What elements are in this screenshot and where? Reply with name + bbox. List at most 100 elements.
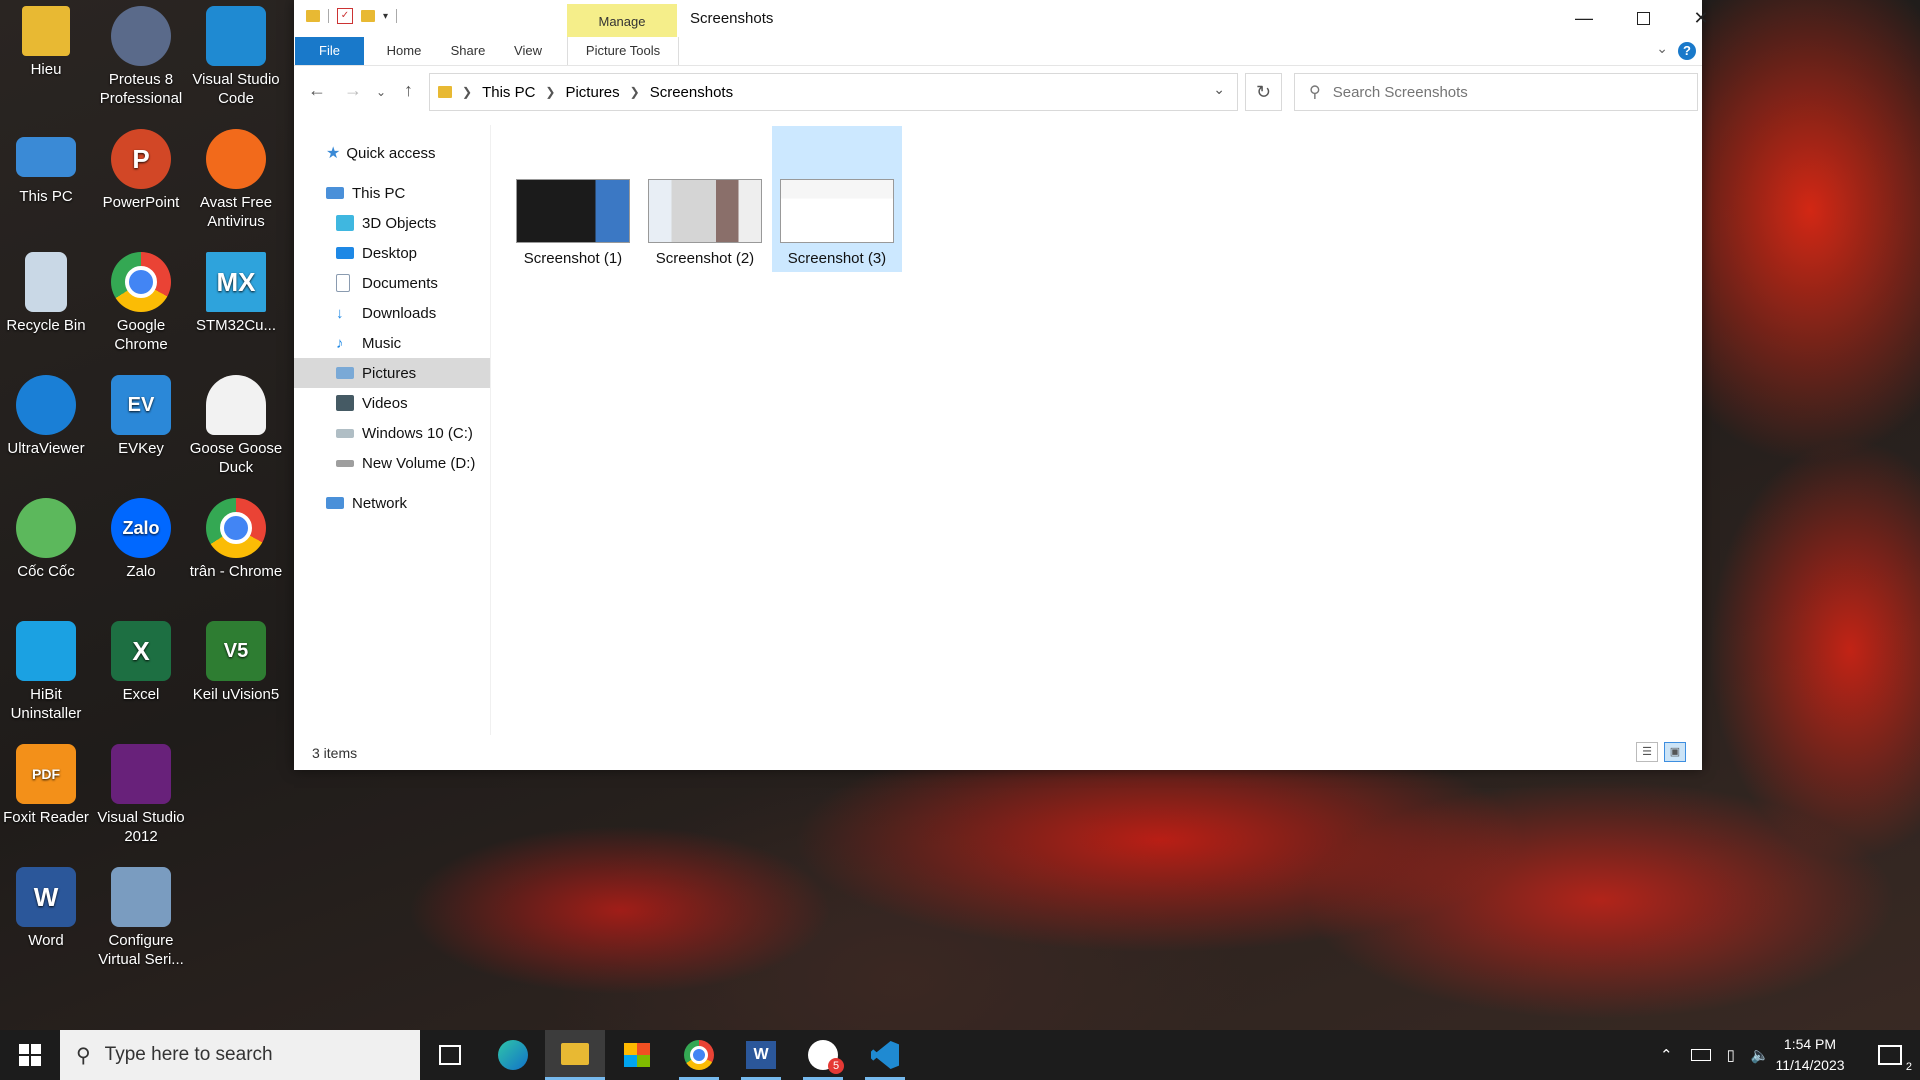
properties-icon[interactable]: ✓: [337, 8, 353, 24]
file-item-selected[interactable]: Screenshot (3): [772, 126, 902, 272]
desktop-icon-evkey[interactable]: EV EVKey: [93, 369, 189, 458]
edge-icon[interactable]: [483, 1030, 543, 1080]
nav-drive-d[interactable]: New Volume (D:): [294, 449, 490, 477]
breadcrumb-pictures[interactable]: Pictures: [565, 84, 619, 101]
new-folder-icon[interactable]: [361, 10, 375, 22]
close-button[interactable]: ✕: [1672, 0, 1730, 36]
zalo-icon[interactable]: 5: [793, 1030, 853, 1080]
nav-downloads[interactable]: ↓ Downloads: [294, 299, 490, 327]
nav-network[interactable]: Network: [294, 489, 490, 517]
up-button[interactable]: ↑: [404, 80, 413, 101]
desktop-icon-visual-studio[interactable]: Visual Studio 2012: [93, 738, 189, 846]
desktop-icon-hibit[interactable]: HiBit Uninstaller: [0, 615, 94, 723]
tab-home[interactable]: Home: [374, 37, 434, 65]
vscode-icon[interactable]: [855, 1030, 915, 1080]
file-item[interactable]: Screenshot (2): [640, 126, 770, 272]
desktop-icon-recycle-bin[interactable]: Recycle Bin: [0, 246, 94, 335]
desktop-icon-chrome[interactable]: Google Chrome: [93, 246, 189, 354]
network-icon[interactable]: ▯: [1727, 1046, 1735, 1064]
desktop-icon-zalo[interactable]: Zalo Zalo: [93, 492, 189, 581]
drive-icon: [336, 428, 354, 438]
nav-this-pc[interactable]: This PC: [294, 179, 490, 207]
goose-icon: [206, 375, 266, 435]
title-bar: ✓ ▾ Manage Screenshots — ✕: [294, 0, 1709, 37]
videos-icon: [336, 395, 354, 411]
desktop-icon-ultraviewer[interactable]: UltraViewer: [0, 369, 94, 458]
manage-tab[interactable]: Manage: [567, 4, 677, 37]
tab-view[interactable]: View: [498, 37, 558, 65]
desktop-icon-chrome-profile[interactable]: trân - Chrome: [188, 492, 284, 581]
tab-file[interactable]: File: [295, 37, 364, 65]
nav-3d-objects[interactable]: 3D Objects: [294, 209, 490, 237]
battery-icon[interactable]: [1690, 1049, 1711, 1061]
tab-share[interactable]: Share: [438, 37, 498, 65]
nav-documents[interactable]: Documents: [294, 269, 490, 297]
desktop-icon-avast[interactable]: Avast Free Antivirus: [188, 123, 284, 231]
drive-icon: [336, 459, 354, 467]
ultraviewer-icon: [16, 375, 76, 435]
breadcrumb-separator: ❯: [462, 85, 473, 99]
nav-videos[interactable]: Videos: [294, 389, 490, 417]
window-title: Screenshots: [690, 10, 774, 27]
customize-toolbar-icon[interactable]: ▾: [383, 11, 388, 22]
breadcrumb-this-pc[interactable]: This PC: [482, 84, 535, 101]
collapse-ribbon-icon[interactable]: ⌄: [1656, 40, 1668, 57]
chrome-icon[interactable]: [669, 1030, 729, 1080]
breadcrumb-separator[interactable]: ❯: [630, 85, 640, 99]
forward-button[interactable]: →: [344, 80, 362, 101]
breadcrumb-screenshots[interactable]: Screenshots: [650, 84, 733, 101]
details-view-icon[interactable]: ☰: [1636, 742, 1658, 762]
microsoft-store-icon[interactable]: [607, 1030, 667, 1080]
nav-drive-c[interactable]: Windows 10 (C:): [294, 419, 490, 447]
file-name: Screenshot (3): [787, 250, 887, 267]
taskbar-search-placeholder: Type here to search: [104, 1044, 273, 1065]
taskbar-search[interactable]: ⚲ Type here to search: [60, 1030, 420, 1080]
breadcrumb-separator[interactable]: ❯: [545, 85, 555, 99]
recycle-bin-icon: [25, 252, 67, 312]
computer-icon: [16, 137, 76, 177]
clock[interactable]: 1:54 PM 11/14/2023: [1760, 1034, 1860, 1076]
nav-pictures[interactable]: Pictures: [294, 358, 490, 388]
desktop-icon-proteus[interactable]: Proteus 8 Professional: [93, 0, 189, 108]
desktop-icon-foxit[interactable]: PDF Foxit Reader: [0, 738, 94, 827]
desktop-icon-excel[interactable]: X Excel: [93, 615, 189, 704]
chevron-up-icon[interactable]: ⌃: [1660, 1046, 1673, 1064]
back-button[interactable]: ←: [308, 80, 326, 101]
desktop-icon-powerpoint[interactable]: P PowerPoint: [93, 123, 189, 212]
desktop-icon-vscode[interactable]: Visual Studio Code: [188, 0, 284, 108]
desktop-icon-goose-goose-duck[interactable]: Goose Goose Duck: [188, 369, 284, 477]
refresh-button[interactable]: ↻: [1245, 73, 1282, 111]
search-box[interactable]: ⚲: [1294, 73, 1698, 111]
maximize-button[interactable]: [1614, 0, 1672, 36]
file-explorer-icon[interactable]: [545, 1030, 605, 1080]
nav-quick-access[interactable]: ★ Quick access: [294, 139, 490, 167]
desktop-icon-configure-virtual-serial[interactable]: Configure Virtual Seri...: [93, 861, 189, 969]
action-center-icon[interactable]: 2: [1860, 1030, 1920, 1080]
desktop-icon-stm32[interactable]: MX STM32Cu...: [188, 246, 284, 335]
minimize-button[interactable]: —: [1555, 0, 1613, 36]
recent-locations-button[interactable]: ⌄: [376, 85, 386, 99]
desktop-icon-hieu[interactable]: Hieu: [0, 0, 94, 79]
desktop-icon-this-pc[interactable]: This PC: [0, 123, 94, 206]
search-input[interactable]: [1330, 82, 1675, 102]
maximize-icon: [1636, 11, 1650, 25]
address-dropdown-icon[interactable]: ⌄: [1213, 81, 1225, 98]
task-view-icon[interactable]: [420, 1030, 480, 1080]
nav-music[interactable]: ♪ Music: [294, 329, 490, 357]
desktop-icon-keil[interactable]: V5 Keil uVision5: [188, 615, 284, 704]
file-item[interactable]: Screenshot (1): [508, 126, 638, 272]
start-button[interactable]: [0, 1030, 60, 1080]
word-icon[interactable]: W: [731, 1030, 791, 1080]
desktop-icon: [336, 247, 354, 259]
desktop-icon-word[interactable]: W Word: [0, 861, 94, 950]
powerpoint-icon: P: [111, 129, 171, 189]
clock-date: 11/14/2023: [1775, 1057, 1845, 1073]
file-explorer-window: ✓ ▾ Manage Screenshots — ✕ File Home Sha…: [294, 0, 1709, 770]
view-switcher: ☰ ▣: [1636, 742, 1686, 762]
desktop-icon-coccoc[interactable]: Cốc Cốc: [0, 492, 94, 581]
help-icon[interactable]: ?: [1678, 42, 1696, 60]
large-icons-view-icon[interactable]: ▣: [1664, 742, 1686, 762]
address-bar[interactable]: ❯ This PC ❯ Pictures ❯ Screenshots ⌄: [429, 73, 1238, 111]
nav-desktop[interactable]: Desktop: [294, 239, 490, 267]
tab-picture-tools[interactable]: Picture Tools: [567, 37, 679, 65]
